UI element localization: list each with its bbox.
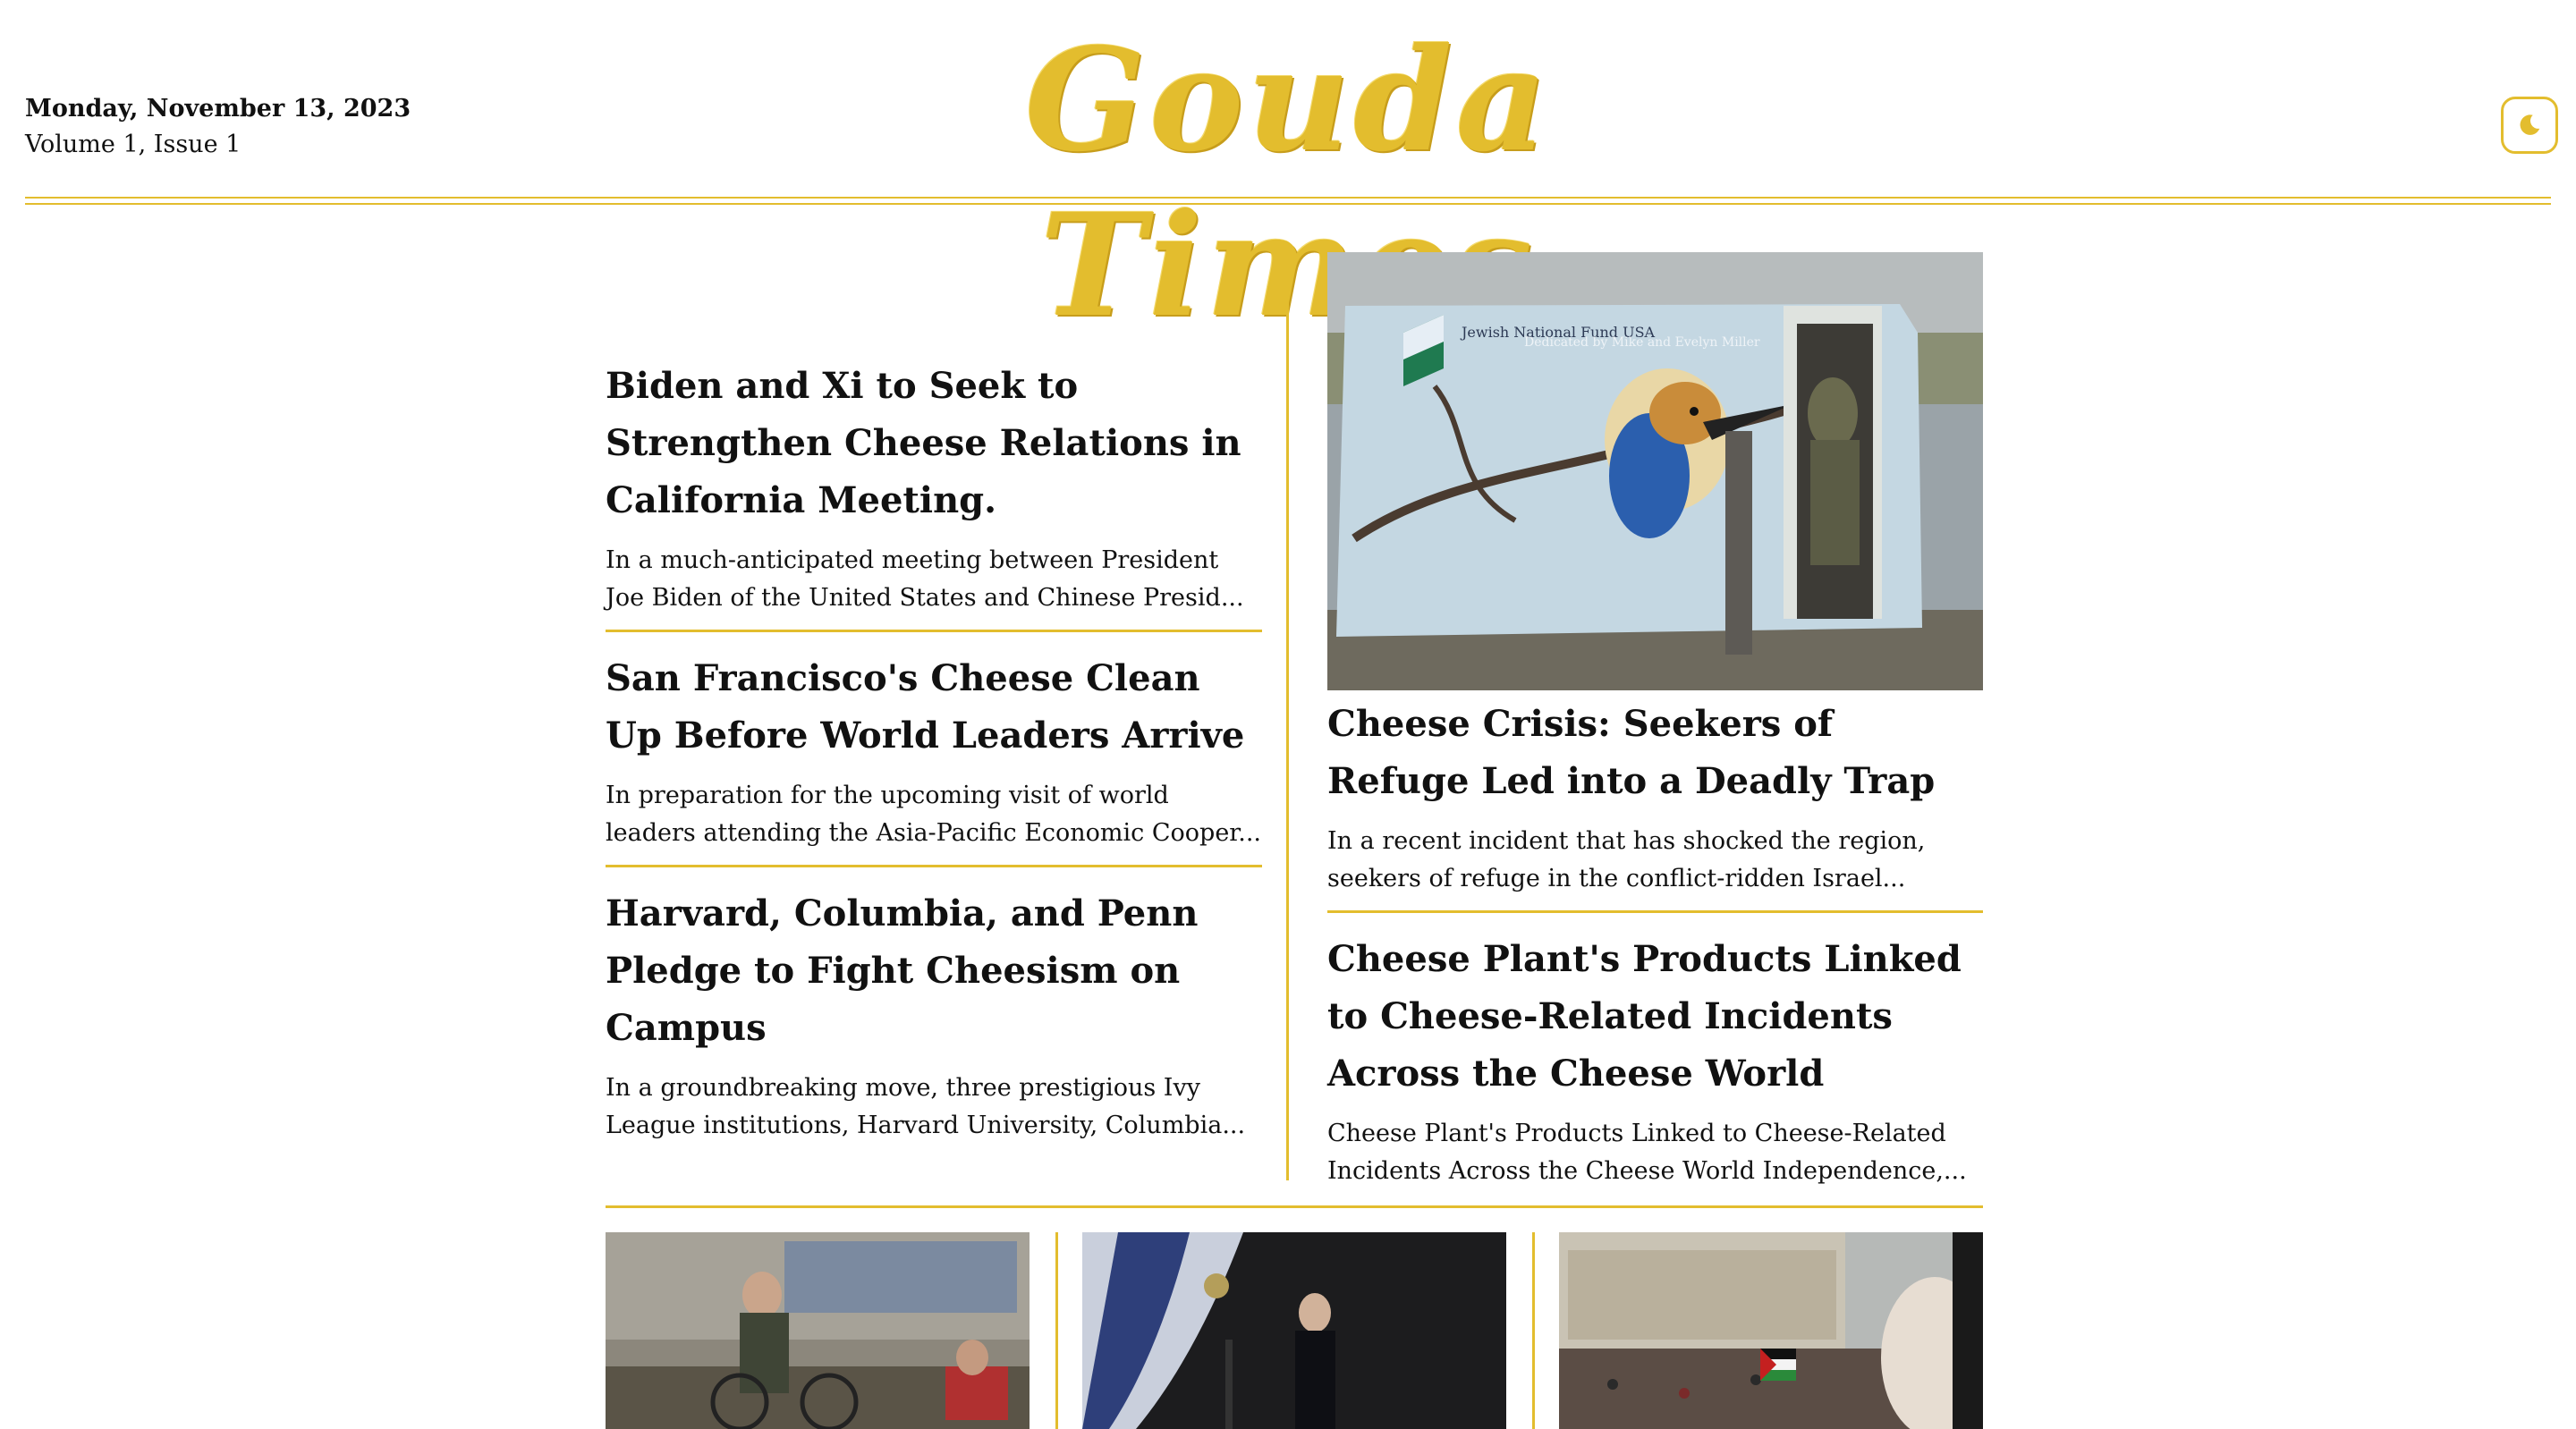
header-rule — [25, 197, 2551, 199]
story-headline[interactable]: Cheese Crisis: Seekers of Refuge Led int… — [1327, 696, 1983, 810]
header-rule-double — [25, 203, 2551, 205]
street-cyclist-photo[interactable] — [606, 1232, 1030, 1429]
story-divider — [606, 865, 1262, 867]
crowd-protest-photo[interactable] — [1559, 1232, 1983, 1429]
thumbnail-divider — [1532, 1232, 1535, 1429]
mural-shelter-photo[interactable]: Jewish National Fund USA Dedicated by Mi… — [1327, 252, 1983, 690]
thumbnail-row — [606, 1232, 1983, 1429]
section-divider — [606, 1205, 1983, 1208]
story-headline[interactable]: Harvard, Columbia, and Penn Pledge to Fi… — [606, 885, 1262, 1057]
issue-number: Volume 1, Issue 1 — [25, 131, 242, 158]
story-headline[interactable]: Cheese Plant's Products Linked to Cheese… — [1327, 931, 1983, 1103]
story-summary: In a recent incident that has shocked th… — [1327, 827, 1926, 892]
airplane-official-photo[interactable] — [1082, 1232, 1506, 1429]
story-card[interactable]: Jewish National Fund USA Dedicated by Mi… — [1327, 252, 1983, 898]
theme-toggle-button[interactable] — [2501, 97, 2558, 154]
story-summary: In a groundbreaking move, three prestigi… — [606, 1074, 1246, 1139]
moon-icon — [2520, 114, 2540, 135]
story-divider — [1327, 910, 1983, 913]
story-card[interactable]: San Francisco's Cheese Clean Up Before W… — [606, 650, 1262, 852]
thumbnail-divider — [1055, 1232, 1058, 1429]
right-column: Jewish National Fund USA Dedicated by Mi… — [1327, 252, 1983, 1190]
story-card[interactable]: Biden and Xi to Seek to Strengthen Chees… — [606, 358, 1262, 617]
header: Monday, November 13, 2023 Volume 1, Issu… — [0, 0, 2576, 349]
story-card[interactable]: Harvard, Columbia, and Penn Pledge to Fi… — [606, 885, 1262, 1145]
story-divider — [606, 630, 1262, 632]
story-headline[interactable]: San Francisco's Cheese Clean Up Before W… — [606, 650, 1262, 765]
mural-text-2: Dedicated by Mike and Evelyn Miller — [1524, 335, 1760, 350]
story-summary: Cheese Plant's Products Linked to Cheese… — [1327, 1120, 1967, 1185]
story-card[interactable]: Cheese Plant's Products Linked to Cheese… — [1327, 931, 1983, 1190]
issue-date: Monday, November 13, 2023 — [25, 95, 411, 123]
date-block: Monday, November 13, 2023 Volume 1, Issu… — [25, 91, 411, 163]
story-summary: In preparation for the upcoming visit of… — [606, 782, 1261, 847]
left-column: Biden and Xi to Seek to Strengthen Chees… — [606, 358, 1262, 1145]
story-summary: In a much-anticipated meeting between Pr… — [606, 546, 1244, 612]
column-divider — [1286, 252, 1289, 1180]
story-headline[interactable]: Biden and Xi to Seek to Strengthen Chees… — [606, 358, 1262, 529]
